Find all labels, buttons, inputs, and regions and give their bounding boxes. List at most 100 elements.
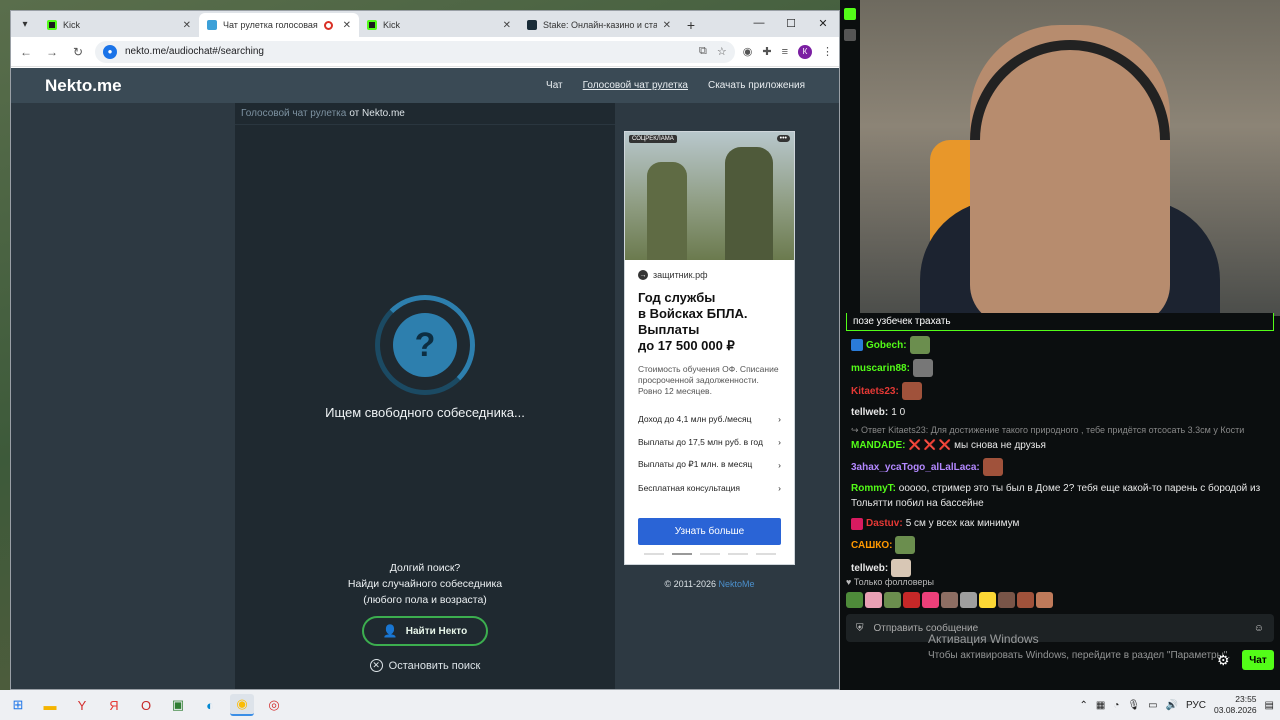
language-indicator[interactable]: РУС: [1186, 700, 1206, 711]
chat-username[interactable]: RommyT:: [851, 483, 896, 494]
chevron-right-icon: ›: [778, 413, 781, 424]
emote-icon[interactable]: [903, 592, 920, 608]
menu-icon[interactable]: ⋮: [822, 45, 833, 58]
chat-username[interactable]: 3ahax_ycaTogo_alLalLaca:: [851, 460, 980, 475]
emote-icon[interactable]: [1017, 592, 1034, 608]
nav-download-apps[interactable]: Скачать приложения: [708, 80, 805, 91]
maximize-icon[interactable]: ☐: [775, 11, 807, 35]
chat-username[interactable]: tellweb:: [851, 561, 888, 576]
system-tray: ⌃ ▦ ◔ 🎙 ▭ 🔊 РУС 23:55 03.08.2026 ▤: [1079, 694, 1274, 716]
badge-icon: [851, 339, 863, 351]
reply-reference[interactable]: ↪ Ответ Kitaets23: Для достижение такого…: [851, 425, 1276, 436]
gear-icon[interactable]: ⚙: [1217, 652, 1230, 669]
emoji-icon[interactable]: ☺: [1254, 623, 1264, 634]
obs-icon[interactable]: ◎: [262, 694, 286, 716]
new-tab-button[interactable]: +: [679, 13, 703, 37]
ad-list-item[interactable]: Бесплатная консультация ›: [638, 476, 781, 499]
emote-icon[interactable]: [941, 592, 958, 608]
emote-icon[interactable]: [960, 592, 977, 608]
windows-start-icon[interactable]: ⊞: [6, 694, 30, 716]
app-icon[interactable]: ▣: [166, 694, 190, 716]
copyright-link[interactable]: NektoMe: [719, 579, 755, 589]
emote-icon: [891, 559, 912, 577]
tab-stake[interactable]: Stake: Онлайн-казино и ставк ✕: [519, 13, 679, 37]
extension-icon[interactable]: ◉: [743, 45, 753, 58]
breadcrumb-link[interactable]: Голосовой чат рулетка: [241, 108, 346, 119]
close-icon[interactable]: ✕: [503, 20, 511, 31]
chat-send-button[interactable]: Чат: [1242, 650, 1274, 670]
microphone-icon[interactable]: 🎙: [1127, 700, 1140, 711]
chat-username[interactable]: САШКО:: [851, 538, 892, 553]
wifi-icon[interactable]: ◔: [1113, 700, 1119, 711]
ad-image[interactable]: СОЦРЕКЛАМА •••: [625, 132, 794, 260]
security-icon[interactable]: ▦: [1096, 700, 1105, 711]
profile-avatar[interactable]: К: [798, 44, 812, 59]
emote-icon[interactable]: [846, 592, 863, 608]
chevron-up-icon[interactable]: ⌃: [1079, 700, 1087, 711]
network-icon[interactable]: ▭: [1148, 700, 1157, 711]
opera-icon[interactable]: O: [134, 694, 158, 716]
chat-username[interactable]: Gobech:: [866, 338, 907, 353]
install-app-icon[interactable]: ⧉: [699, 45, 707, 58]
minimize-icon[interactable]: —: [743, 11, 775, 35]
ad-list-item[interactable]: Выплаты до ₽1 млн. в месяц ›: [638, 453, 781, 476]
emote-icon[interactable]: [865, 592, 882, 608]
chat-message: САШКО:: [851, 536, 1276, 554]
close-icon[interactable]: ✕: [663, 20, 671, 31]
reload-icon[interactable]: ↻: [69, 43, 87, 61]
tab-search-icon[interactable]: ▾: [11, 11, 39, 37]
ad-list-item[interactable]: Выплаты до 17,5 млн руб. в год ›: [638, 430, 781, 453]
chrome-icon[interactable]: ◉: [230, 694, 254, 716]
emote-icon[interactable]: [979, 592, 996, 608]
file-explorer-icon[interactable]: ▬: [38, 694, 62, 716]
ad-domain[interactable]: → защитник.рф: [638, 270, 781, 280]
clock[interactable]: 23:55 03.08.2026: [1214, 694, 1257, 716]
tab-kick-2[interactable]: Kick ✕: [359, 13, 519, 37]
chat-username[interactable]: MANDADE:: [851, 438, 905, 453]
yandex-icon[interactable]: Я: [102, 694, 126, 716]
media-control-icon[interactable]: ≡: [782, 46, 788, 58]
chat-message: Gobech:: [851, 336, 1276, 354]
close-window-icon[interactable]: ✕: [807, 11, 839, 35]
tab-nekto[interactable]: Чат рулетка голосовая — ✕: [199, 13, 359, 37]
nav-chat[interactable]: Чат: [546, 80, 563, 91]
extensions-puzzle-icon[interactable]: ✚: [762, 45, 771, 58]
ad-more-icon[interactable]: •••: [776, 135, 790, 142]
url-input[interactable]: ● nekto.me/audiochat#/searching ⧉ ☆: [95, 40, 735, 63]
stop-search-button[interactable]: ✕ Остановить поиск: [235, 659, 615, 672]
chevron-right-icon: ›: [778, 482, 781, 493]
window-controls: — ☐ ✕: [743, 11, 839, 35]
microphone-icon[interactable]: ●: [103, 44, 117, 59]
ad-learn-more-button[interactable]: Узнать больше: [638, 518, 781, 545]
nav-voice-chat[interactable]: Голосовой чат рулетка: [583, 80, 688, 91]
emote-icon[interactable]: [922, 592, 939, 608]
find-nekto-button[interactable]: 👤 Найти Некто: [362, 616, 488, 646]
volume-icon[interactable]: 🔊: [1166, 700, 1178, 711]
emote-icon[interactable]: [884, 592, 901, 608]
tab-kick-1[interactable]: Kick ✕: [39, 13, 199, 37]
hint-line: Долгий поиск?: [389, 562, 461, 574]
ad-list-item[interactable]: Доход до 4,1 млн руб./месяц ›: [638, 407, 781, 430]
site-header: Nekto.me Чат Голосовой чат рулетка Скача…: [11, 68, 839, 103]
ad-banner[interactable]: СОЦРЕКЛАМА ••• → защитник.рф Год службы …: [624, 131, 795, 565]
chat-username[interactable]: Dastuv:: [866, 516, 903, 531]
chat-username[interactable]: tellweb:: [851, 405, 888, 420]
notification-icon[interactable]: ▤: [1265, 700, 1274, 711]
close-icon[interactable]: ✕: [343, 20, 351, 31]
emote-icon[interactable]: [1036, 592, 1053, 608]
forward-icon[interactable]: →: [43, 43, 61, 61]
emote-icon: [901, 382, 922, 400]
site-logo[interactable]: Nekto.me: [45, 76, 122, 96]
close-icon[interactable]: ✕: [183, 20, 191, 31]
chat-username[interactable]: muscarin88:: [851, 361, 910, 376]
edge-icon[interactable]: ◐: [198, 694, 222, 716]
chat-username[interactable]: Kitaets23:: [851, 384, 899, 399]
tab-title: Stake: Онлайн-казино и ставк: [543, 20, 657, 30]
yandex-browser-icon[interactable]: Y: [70, 694, 94, 716]
ad-title-line: в Войсках БПЛА.: [638, 306, 748, 321]
chat-text: 5 см у всех как минимум: [905, 518, 1020, 529]
bookmark-star-icon[interactable]: ☆: [717, 45, 727, 58]
stop-icon: ✕: [369, 659, 383, 672]
emote-icon[interactable]: [998, 592, 1015, 608]
back-icon[interactable]: ←: [17, 43, 35, 61]
